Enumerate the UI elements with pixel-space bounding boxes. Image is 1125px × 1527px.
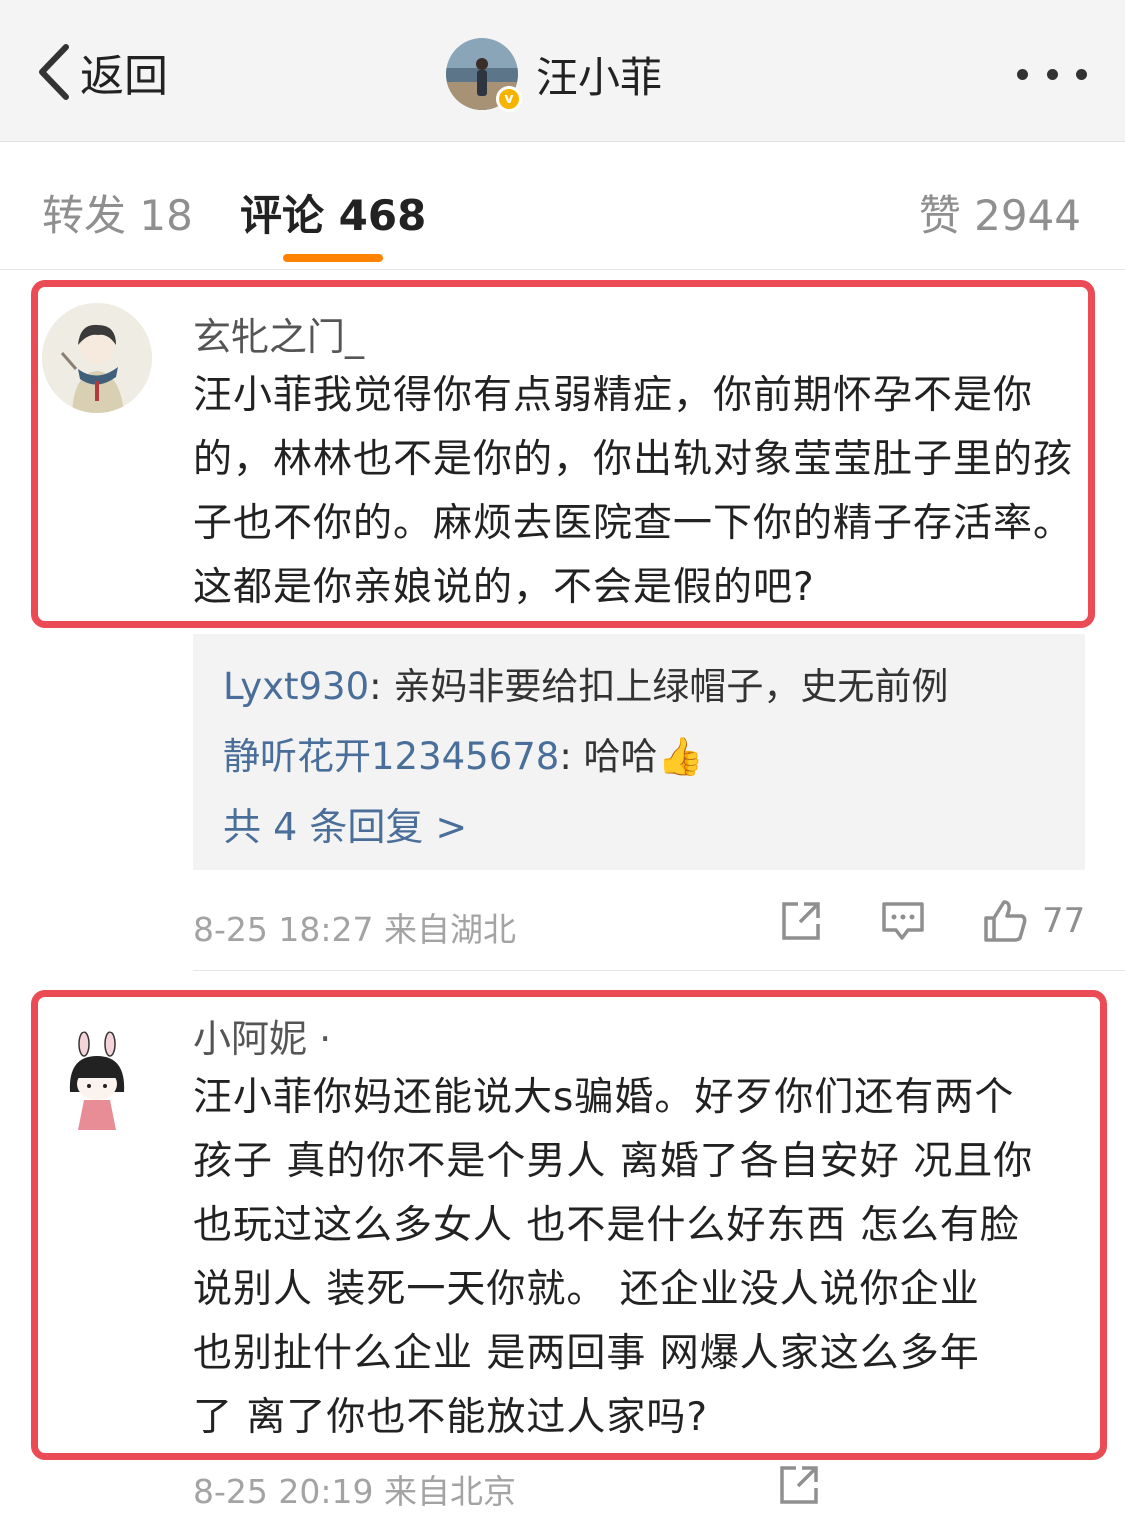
reply-preview-box[interactable]: Lyxt930: 亲妈非要给扣上绿帽子，史无前例 静听花开12345678: 哈… xyxy=(193,634,1085,870)
more-options-button[interactable] xyxy=(1017,62,1087,86)
reply-comment-icon[interactable] xyxy=(880,898,926,944)
tab-reposts[interactable]: 转发 18 xyxy=(42,182,193,243)
reply-user[interactable]: 静听花开12345678 xyxy=(223,735,559,778)
dot-icon xyxy=(1017,68,1028,80)
author-name: 汪小菲 xyxy=(536,52,663,102)
top-nav-bar: 返回 v 汪小菲 xyxy=(0,0,1125,142)
dot-icon xyxy=(1076,68,1087,80)
tab-comments[interactable]: 评论 468 xyxy=(240,182,426,243)
post-author[interactable]: v 汪小菲 xyxy=(446,38,663,112)
reply-text: : 哈哈👍 xyxy=(559,735,704,778)
chevron-left-icon xyxy=(39,44,69,100)
comment-time-location: 8-25 18:27 来自湖北 xyxy=(193,910,516,949)
author-avatar[interactable]: v xyxy=(446,38,522,112)
active-tab-indicator xyxy=(283,254,383,262)
comment-divider xyxy=(193,970,1125,971)
back-button[interactable]: 返回 xyxy=(34,40,168,104)
reply-item: 静听花开12345678: 哈哈👍 xyxy=(223,726,704,780)
comment-time-location: 8-25 20:19 来自北京 xyxy=(193,1472,516,1511)
comment-actions xyxy=(776,1462,822,1508)
reply-item: Lyxt930: 亲妈非要给扣上绿帽子，史无前例 xyxy=(223,656,948,710)
post-tabs: 转发 18 评论 468 赞 2944 xyxy=(0,142,1125,270)
comment-actions: 77 xyxy=(778,898,1085,944)
share-icon[interactable] xyxy=(776,1462,822,1508)
like-count: 77 xyxy=(1042,901,1086,941)
highlight-box xyxy=(31,280,1095,628)
view-all-replies-link[interactable]: 共 4 条回复 > xyxy=(223,796,467,851)
share-icon[interactable] xyxy=(778,898,824,944)
dot-icon xyxy=(1046,68,1058,80)
back-label: 返回 xyxy=(80,51,168,102)
reply-text: : 亲妈非要给扣上绿帽子，史无前例 xyxy=(369,665,949,708)
reply-user[interactable]: Lyxt930 xyxy=(223,665,369,708)
thumbs-up-icon[interactable] xyxy=(982,898,1028,944)
highlight-box xyxy=(31,990,1107,1460)
tab-likes[interactable]: 赞 2944 xyxy=(919,182,1081,243)
verified-badge-icon: v xyxy=(496,86,522,112)
